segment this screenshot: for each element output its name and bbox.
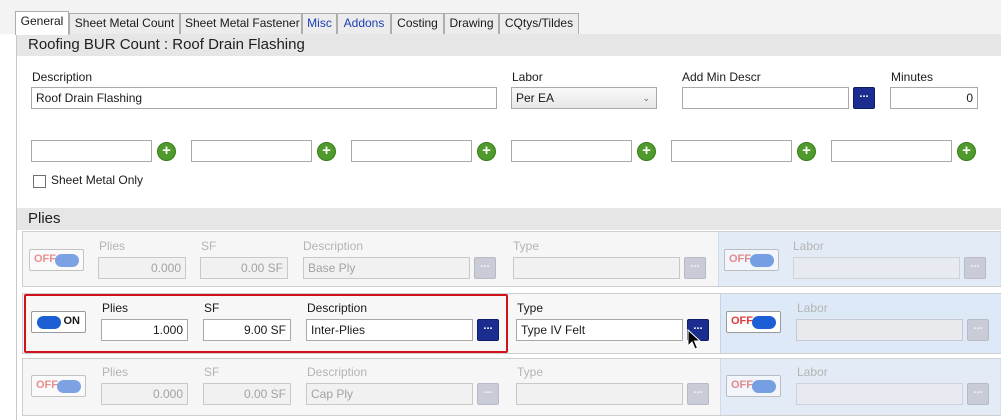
tab-drawing[interactable]: Drawing	[444, 13, 499, 34]
labor-toggle[interactable]: OFF	[726, 311, 781, 333]
sheet-metal-only-checkbox[interactable]	[33, 175, 46, 188]
type-input[interactable]: Type IV Felt	[516, 319, 683, 341]
type-label: Type	[513, 239, 540, 253]
labor-label: Labor	[793, 239, 824, 253]
description-label: Description	[307, 365, 368, 379]
plies-label: Plies	[99, 239, 126, 253]
toggle-label: OFF	[731, 315, 753, 327]
labor-select[interactable]: Per EA ⌄	[511, 87, 657, 109]
extra-field-5[interactable]	[671, 140, 792, 162]
toggle-label: OFF	[731, 379, 753, 391]
toggle-knob	[752, 316, 776, 329]
ply-row-toggle[interactable]: OFF	[31, 375, 86, 397]
labor-label: Labor	[797, 365, 828, 379]
extra-field-4[interactable]	[511, 140, 632, 162]
labor-toggle[interactable]: OFF	[724, 249, 779, 271]
tab-cqtys-tildes[interactable]: CQtys/Tildes	[499, 13, 579, 34]
description-label: Description	[32, 70, 93, 84]
labor-browse-button[interactable]: ...	[964, 257, 986, 279]
labor-input[interactable]	[793, 257, 960, 279]
labor-input[interactable]	[796, 319, 963, 341]
add-min-descr-label: Add Min Descr	[682, 70, 761, 84]
toggle-label: OFF	[36, 379, 58, 391]
add-icon[interactable]: +	[477, 142, 496, 161]
sf-input[interactable]: 0.00 SF	[200, 257, 288, 279]
labor-browse-button[interactable]: ...	[967, 319, 989, 341]
tab-sheet-metal-fastener[interactable]: Sheet Metal Fastener	[180, 13, 302, 34]
ply-description-browse-button[interactable]: ...	[477, 383, 499, 405]
chevron-down-icon: ⌄	[642, 93, 650, 103]
sf-input[interactable]: 0.00 SF	[203, 383, 291, 405]
ply-description-input[interactable]: Base Ply	[303, 257, 470, 279]
sf-label: SF	[201, 239, 217, 253]
labor-browse-button[interactable]: ...	[967, 383, 989, 405]
type-label: Type	[517, 301, 544, 315]
mouse-cursor-icon	[687, 329, 702, 350]
highlight-box	[24, 294, 508, 353]
labor-select-value: Per EA	[516, 91, 555, 105]
toggle-label: OFF	[729, 253, 751, 265]
minutes-input[interactable]: 0	[890, 87, 978, 109]
add-min-descr-browse-button[interactable]: ...	[853, 87, 875, 109]
type-input[interactable]	[513, 257, 680, 279]
add-icon[interactable]: +	[317, 142, 336, 161]
type-browse-button[interactable]: ...	[684, 257, 706, 279]
extra-field-6[interactable]	[831, 140, 952, 162]
minutes-label: Minutes	[891, 70, 934, 84]
add-icon[interactable]: +	[957, 142, 976, 161]
labor-label: Labor	[797, 301, 828, 315]
toggle-knob	[752, 380, 776, 393]
description-label: Description	[303, 239, 364, 253]
extra-field-2[interactable]	[191, 140, 312, 162]
ply-description-input[interactable]: Cap Ply	[306, 383, 473, 405]
tab-misc[interactable]: Misc	[302, 13, 337, 34]
page-title: Roofing BUR Count : Roof Drain Flashing	[17, 34, 1001, 56]
tab-strip: General Sheet Metal Count Sheet Metal Fa…	[0, 0, 1001, 35]
ply-row-toggle[interactable]: OFF	[29, 249, 84, 271]
extra-field-1[interactable]	[31, 140, 152, 162]
toggle-knob	[55, 254, 79, 267]
type-input[interactable]	[516, 383, 683, 405]
plies-label: Plies	[102, 365, 129, 379]
toggle-label: OFF	[34, 253, 56, 265]
sheet-metal-only-label: Sheet Metal Only	[51, 173, 144, 187]
add-icon[interactable]: +	[797, 142, 816, 161]
add-min-descr-input[interactable]	[682, 87, 849, 109]
sf-label: SF	[204, 365, 220, 379]
add-icon[interactable]: +	[157, 142, 176, 161]
tab-costing[interactable]: Costing	[391, 13, 444, 34]
toggle-knob	[57, 380, 81, 393]
plies-section-title: Plies	[17, 208, 1001, 230]
tab-sheet-metal-count[interactable]: Sheet Metal Count	[69, 13, 180, 34]
plies-input[interactable]: 0.000	[98, 257, 186, 279]
tab-addons[interactable]: Addons	[337, 13, 391, 34]
ply-description-browse-button[interactable]: ...	[474, 257, 496, 279]
type-label: Type	[517, 365, 544, 379]
add-icon[interactable]: +	[637, 142, 656, 161]
tab-general[interactable]: General	[15, 11, 69, 35]
toggle-knob	[750, 254, 774, 267]
labor-toggle[interactable]: OFF	[726, 375, 781, 397]
plies-input[interactable]: 0.000	[101, 383, 188, 405]
labor-label: Labor	[512, 70, 543, 84]
type-browse-button[interactable]: ...	[687, 383, 709, 405]
description-input[interactable]: Roof Drain Flashing	[31, 87, 497, 109]
labor-input[interactable]	[796, 383, 963, 405]
extra-field-3[interactable]	[351, 140, 472, 162]
